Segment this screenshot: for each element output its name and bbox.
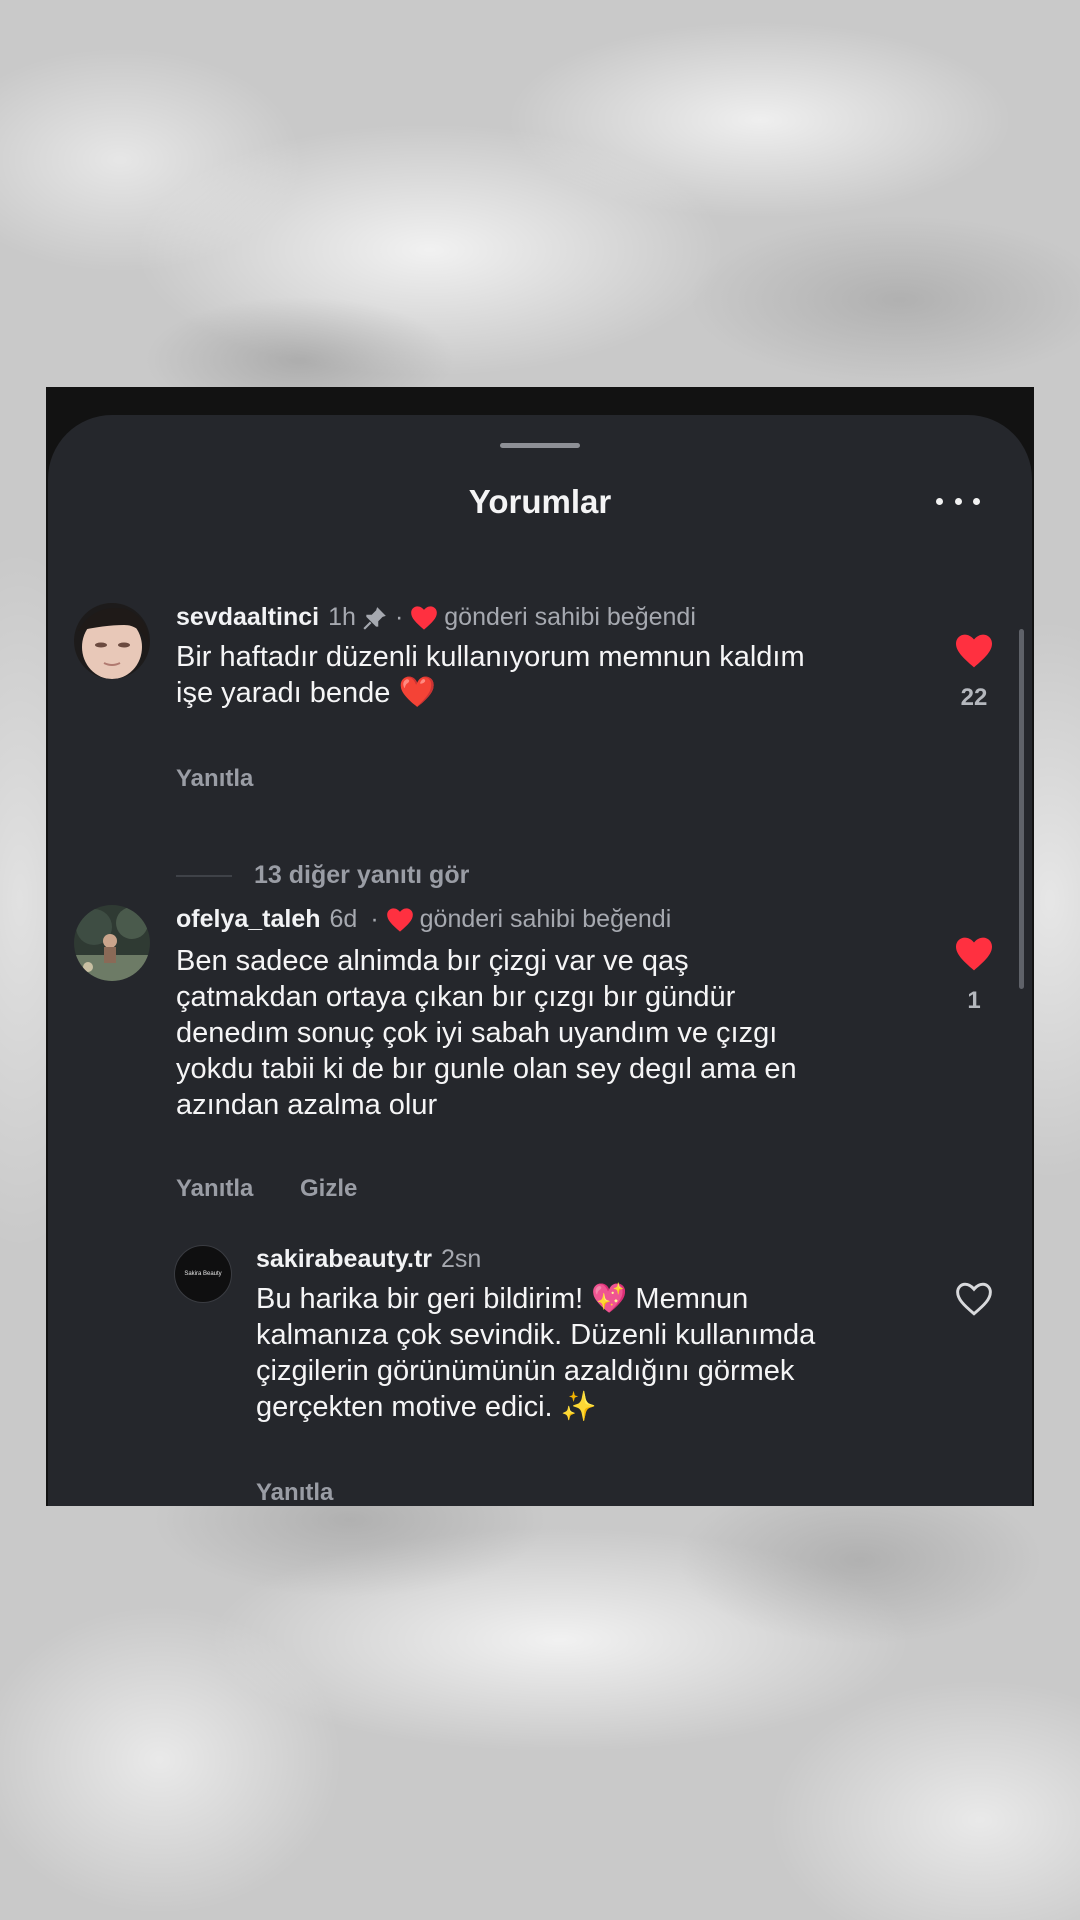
comment-text-segment: gerçekten motive edici. — [256, 1391, 553, 1423]
username[interactable]: sakirabeauty.tr — [256, 1245, 432, 1274]
like-column — [944, 1281, 1004, 1322]
brand-avatar-logo: Sakira Beauty — [184, 1271, 222, 1277]
comment-time: 2sn — [441, 1245, 482, 1273]
like-heart-outline-icon[interactable] — [954, 1281, 994, 1317]
reply-button[interactable]: Yanıtla — [256, 1479, 333, 1506]
comment-text-line: kalmanıza çok sevindik. Düzenli kullanım… — [256, 1319, 816, 1351]
sparkling-heart-emoji: 💖 — [591, 1283, 628, 1315]
comment-text-line: gerçekten motive edici. ✨ — [256, 1389, 916, 1425]
reply-item: Sakira Beauty sakirabeauty.tr 2sn Bu har… — [48, 415, 1032, 1506]
comment-text: Bu harika bir geri bildirim! 💖 Memnun ka… — [256, 1281, 916, 1425]
comment-text-segment: Memnun — [635, 1283, 749, 1315]
comment-text-line: Bu harika bir geri bildirim! 💖 Memnun — [256, 1281, 916, 1317]
screenshot-frame: Yorumlar sevdaaltinci 1h · gönderi sahib… — [46, 387, 1034, 1506]
comments-sheet: Yorumlar sevdaaltinci 1h · gönderi sahib… — [48, 415, 1032, 1506]
comment-text-segment: Bu harika bir geri bildirim! — [256, 1283, 584, 1315]
comment-text-line: çizgilerin görünümünün azaldığını görmek — [256, 1355, 795, 1387]
brand-avatar[interactable]: Sakira Beauty — [174, 1245, 232, 1303]
sparkles-emoji: ✨ — [560, 1391, 597, 1423]
comment-meta: sakirabeauty.tr 2sn — [256, 1245, 487, 1274]
